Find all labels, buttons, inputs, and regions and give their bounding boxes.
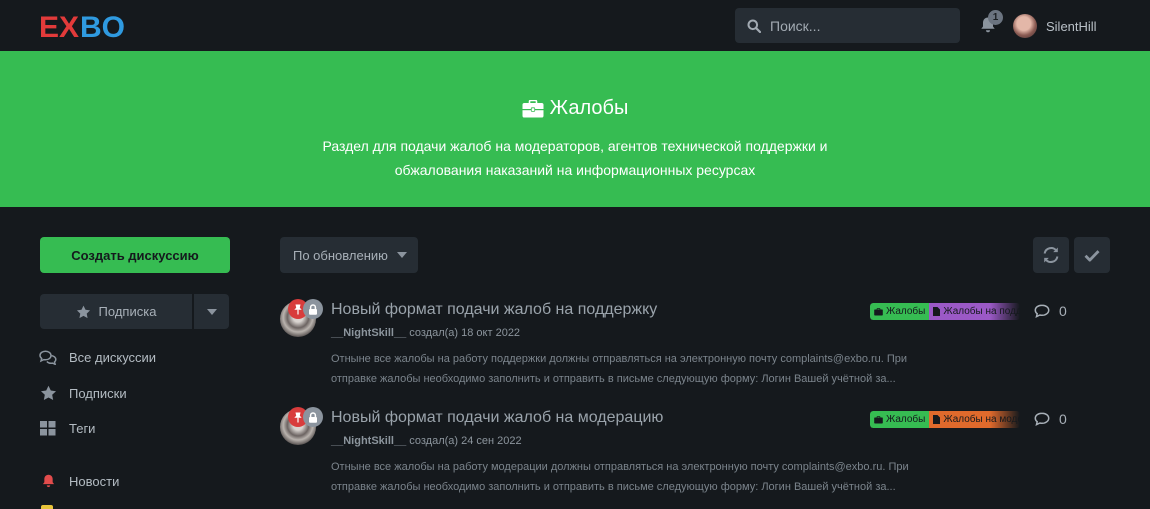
star-icon [76, 305, 90, 318]
discussion-author[interactable]: __NightSkill__ [331, 327, 406, 339]
discussion-meta: __NightSkill__ создал(а) 24 сен 2022 [331, 435, 522, 447]
refresh-button[interactable] [1033, 237, 1069, 273]
user-avatar [1013, 14, 1037, 38]
tag-badge[interactable]: Жалобы [870, 303, 930, 320]
user-menu[interactable]: SilentHill [1013, 14, 1097, 38]
sidebar-item-all-discussions[interactable]: Все дискуссии [39, 348, 156, 366]
lock-icon [309, 411, 317, 423]
reply-count-value: 0 [1059, 411, 1067, 427]
discussion-created: создал(а) 24 сен 2022 [409, 435, 522, 447]
search-icon [747, 19, 761, 33]
file-icon [933, 307, 941, 316]
tag-badge[interactable]: Жалобы [870, 411, 930, 428]
comments-icon [39, 349, 57, 365]
tag-label: Жалобы на поддержку [943, 306, 1020, 317]
subscription-dropdown-button[interactable] [194, 294, 229, 329]
subscription-label: Подписка [98, 304, 157, 319]
tag-label: Жалобы на модерацию [943, 414, 1020, 425]
excerpt-line: отправке жалобы необходимо заполнить и о… [331, 481, 896, 493]
sort-label: По обновлению [293, 247, 388, 263]
discussion-tags: Жалобы Жалобы на поддержку [870, 303, 1020, 320]
briefcase-icon [874, 415, 883, 423]
lock-icon [309, 303, 317, 315]
top-header: E X BO 1 SilentHill [0, 0, 1150, 51]
svg-text:E: E [39, 11, 59, 42]
hero-title-text: Жалобы [549, 97, 629, 119]
reply-count-value: 0 [1059, 303, 1067, 319]
check-icon [1084, 249, 1100, 261]
sidebar-item-label: Подписки [69, 385, 127, 401]
subscription-control: Подписка [40, 294, 229, 329]
bell-icon [42, 474, 54, 488]
svg-text:BO: BO [80, 11, 125, 42]
briefcase-icon [874, 307, 883, 315]
refresh-icon [1043, 247, 1059, 263]
discussion-excerpt: Отныне все жалобы на работу поддержки до… [331, 349, 971, 389]
exbo-logo-icon: E X BO [39, 11, 125, 42]
username: SilentHill [1046, 18, 1097, 34]
discussion-author[interactable]: __NightSkill__ [331, 435, 406, 447]
comment-icon [1034, 304, 1050, 318]
reply-count[interactable]: 0 [1034, 303, 1067, 319]
sidebar-item-tags[interactable]: Теги [39, 419, 95, 437]
logo[interactable]: E X BO [39, 10, 129, 42]
tag-label: Жалобы [886, 306, 926, 317]
reply-count[interactable]: 0 [1034, 411, 1067, 427]
discussion-title[interactable]: Новый формат подачи жалоб на поддержку [331, 301, 657, 319]
hero-description-line: обжалования наказаний на информационных … [394, 162, 756, 178]
hero-description: Раздел для подачи жалоб на модераторов, … [0, 134, 1150, 182]
caret-down-icon [206, 308, 217, 315]
create-discussion-button[interactable]: Создать дискуссию [40, 237, 230, 273]
search-box[interactable] [735, 8, 960, 43]
tag-hero-banner: Жалобы Раздел для подачи жалоб на модера… [0, 51, 1150, 207]
grid-icon [40, 420, 56, 435]
hero-title: Жалобы [0, 97, 1150, 120]
sidebar-item-subscriptions[interactable]: Подписки [39, 384, 127, 402]
file-icon [933, 415, 941, 424]
excerpt-line: Отныне все жалобы на работу модерации до… [331, 461, 909, 473]
discussion-excerpt: Отныне все жалобы на работу модерации до… [331, 457, 971, 497]
subscription-button[interactable]: Подписка [40, 294, 192, 329]
hero-description-line: Раздел для подачи жалоб на модераторов, … [322, 138, 828, 154]
pin-icon [294, 412, 302, 422]
excerpt-line: отправке жалобы необходимо заполнить и о… [331, 373, 896, 385]
discussion-item[interactable]: Новый формат подачи жалоб на модерацию _… [280, 407, 1100, 509]
locked-badge [303, 299, 323, 319]
star-icon [40, 385, 56, 401]
sidebar-item-label: Теги [69, 420, 96, 436]
discussion-tags: Жалобы Жалобы на модерацию [870, 411, 1020, 428]
briefcase-icon [522, 99, 544, 117]
sidebar-item-label: Все дискуссии [69, 349, 157, 365]
caret-down-icon [396, 252, 407, 258]
pin-icon [294, 304, 302, 314]
excerpt-line: Отныне все жалобы на работу поддержки до… [331, 353, 908, 365]
sidebar-item-label: Новости [69, 473, 120, 489]
tag-label: Жалобы [886, 414, 926, 425]
comment-icon [1034, 412, 1050, 426]
discussion-created: создал(а) 18 окт 2022 [409, 327, 521, 339]
next-sidebar-icon-partial [41, 505, 53, 509]
discussion-item[interactable]: Новый формат подачи жалоб на поддержку _… [280, 299, 1100, 401]
mark-all-read-button[interactable] [1074, 237, 1110, 273]
sort-dropdown[interactable]: По обновлению [280, 237, 418, 273]
search-input[interactable] [770, 17, 950, 34]
notifications-count-badge: 1 [988, 10, 1003, 25]
svg-text:X: X [59, 11, 79, 42]
sidebar-item-news[interactable]: Новости [39, 472, 119, 490]
discussion-meta: __NightSkill__ создал(а) 18 окт 2022 [331, 327, 520, 339]
discussion-title[interactable]: Новый формат подачи жалоб на модерацию [331, 409, 663, 427]
tag-badge[interactable]: Жалобы на модерацию [929, 411, 1020, 428]
tag-badge[interactable]: Жалобы на поддержку [929, 303, 1020, 320]
locked-badge [303, 407, 323, 427]
